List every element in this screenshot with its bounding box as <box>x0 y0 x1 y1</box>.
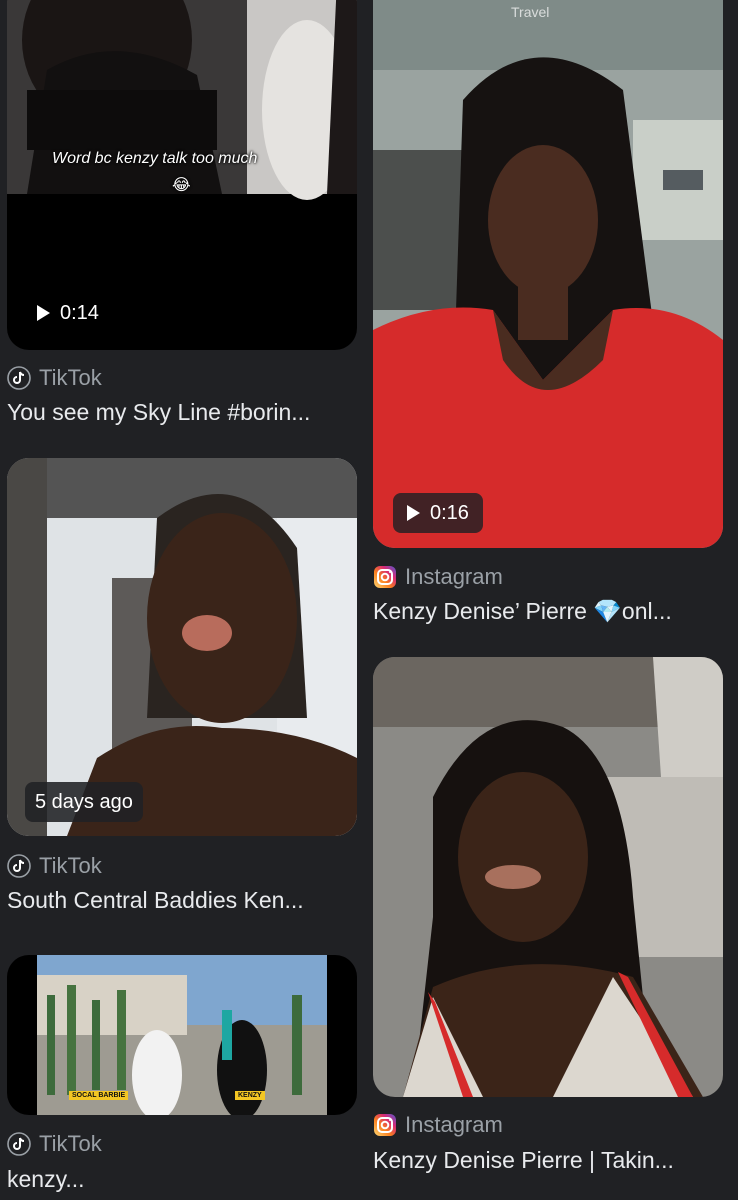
source-label: TikTok <box>7 853 102 879</box>
result-title[interactable]: Kenzy Denise’ Pierre 💎onl... <box>373 598 672 625</box>
source-name: TikTok <box>39 1131 102 1156</box>
source-label: TikTok <box>7 1131 102 1157</box>
thumbnail-caption: Word bc kenzy talk too much <box>52 150 258 167</box>
result-thumbnail[interactable]: Travel 0:16 <box>373 0 723 548</box>
source-name: Instagram <box>405 1112 503 1137</box>
lower-third-label: KENZY <box>235 1091 265 1100</box>
image-results-grid: Word bc kenzy talk too much 😂 0:14 TikTo… <box>0 0 738 1200</box>
source-label: Instagram <box>373 1112 503 1138</box>
source-label: TikTok <box>7 365 102 391</box>
duration-text: 0:16 <box>430 501 469 524</box>
duration-badge: 0:16 <box>393 493 483 533</box>
tiktok-icon <box>7 366 31 390</box>
lower-third-label: SOCAL BARBIE <box>69 1091 129 1100</box>
caption-emoji: 😂 <box>172 177 191 194</box>
date-badge: 5 days ago <box>25 782 143 822</box>
duration-badge: 0:14 <box>29 293 107 333</box>
source-name: Instagram <box>405 564 503 589</box>
date-text: 5 days ago <box>35 790 133 813</box>
instagram-icon <box>373 1113 397 1137</box>
duration-text: 0:14 <box>60 301 99 324</box>
result-thumbnail[interactable] <box>373 657 723 1097</box>
result-title[interactable]: South Central Baddies Ken... <box>7 887 304 914</box>
source-name: TikTok <box>39 365 102 390</box>
instagram-icon <box>373 565 397 589</box>
tiktok-icon <box>7 1132 31 1156</box>
result-thumbnail[interactable]: SOCAL BARBIE KENZY <box>7 955 357 1115</box>
play-icon <box>37 305 50 321</box>
source-label: Instagram <box>373 564 503 590</box>
result-thumbnail[interactable]: Word bc kenzy talk too much 😂 0:14 <box>7 0 357 350</box>
result-thumbnail[interactable]: 5 days ago <box>7 458 357 836</box>
play-icon <box>407 505 420 521</box>
result-title[interactable]: kenzy... <box>7 1166 85 1193</box>
result-title[interactable]: You see my Sky Line #borin... <box>7 399 310 426</box>
thumbnail-watermark: Travel <box>511 4 550 20</box>
tiktok-icon <box>7 854 31 878</box>
source-name: TikTok <box>39 853 102 878</box>
result-title[interactable]: Kenzy Denise Pierre | Takin... <box>373 1147 674 1174</box>
